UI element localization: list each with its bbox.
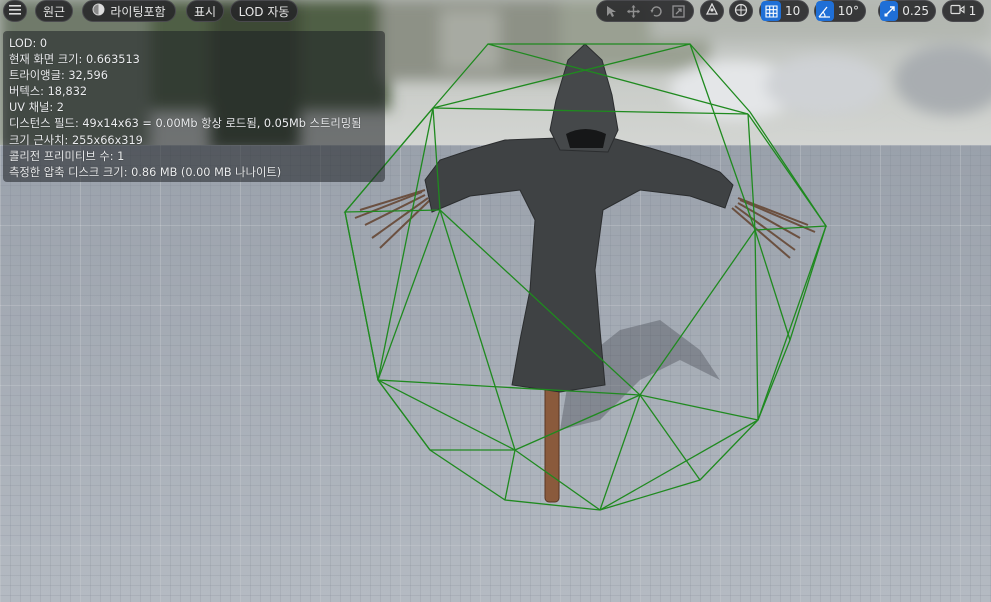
stat-distance-field: 디스턴스 필드: 49x14x63 = 0.00Mb 항상 로드됨, 0.05M… [9, 117, 362, 131]
rotation-snap-icon[interactable] [816, 1, 834, 21]
lighting-mode-button[interactable]: 라이팅포함 [82, 0, 176, 22]
select-tool-icon[interactable] [601, 1, 621, 21]
stat-approx-size: 크기 근사치: 255x66x319 [9, 133, 143, 147]
hamburger-menu-icon [9, 4, 21, 18]
stat-uv-channels: UV 채널: 2 [9, 101, 64, 115]
stat-collision-primitives: 콜리전 프리미티브 수: 1 [9, 149, 125, 163]
stat-disk-size: 측정한 압축 디스크 크기: 0.86 MB (0.00 MB 나나이트) [9, 165, 282, 179]
transform-tools [596, 0, 694, 22]
rotate-tool-icon[interactable] [646, 1, 666, 21]
scale-snap-value[interactable]: 0.25 [898, 4, 935, 18]
menu-button[interactable] [3, 0, 27, 22]
stat-lod: LOD: 0 [9, 37, 48, 50]
show-menu-button[interactable]: 표시 [186, 0, 224, 22]
coordinate-system-button[interactable] [729, 0, 753, 22]
grid-snap-icon[interactable] [761, 1, 781, 21]
perspective-button[interactable]: 원근 [35, 0, 73, 22]
perspective-label: 원근 [42, 4, 66, 19]
grid-snap-value[interactable]: 10 [781, 4, 806, 18]
surface-snap-icon [705, 2, 719, 19]
rotation-snap-control[interactable]: 10° [814, 0, 866, 22]
translate-tool-icon[interactable] [624, 1, 644, 21]
lod-label: LOD 자동 [238, 4, 290, 19]
stat-vertices: 버텍스: 18,832 [9, 85, 88, 99]
stat-triangles: 트라이앵글: 32,596 [9, 69, 108, 83]
stat-screen-size: 현재 화면 크기: 0.663513 [9, 53, 140, 67]
camera-speed-icon [950, 4, 965, 18]
surface-snap-button[interactable] [700, 0, 724, 22]
scale-snap-icon[interactable] [880, 1, 899, 21]
show-label: 표시 [193, 4, 217, 19]
wooden-pole [544, 381, 560, 503]
lod-button[interactable]: LOD 자동 [230, 0, 298, 22]
rotation-snap-value[interactable]: 10° [834, 4, 865, 18]
scale-tool-icon[interactable] [669, 1, 689, 21]
camera-speed-control[interactable]: 1 [942, 0, 984, 22]
lighting-label: 라이팅포함 [110, 4, 166, 19]
straw-hands-left [354, 189, 431, 249]
mesh-stats-overlay: LOD: 0 현재 화면 크기: 0.663513 트라이앵글: 32,596 … [3, 31, 385, 182]
lighting-icon [92, 3, 105, 19]
world-coordinates-icon [734, 3, 748, 20]
camera-speed-value: 1 [968, 4, 977, 18]
scale-snap-control[interactable]: 0.25 [878, 0, 936, 22]
straw-hands-right [731, 197, 816, 259]
grid-snap-control[interactable]: 10 [759, 0, 809, 22]
hood-opening [566, 129, 606, 148]
